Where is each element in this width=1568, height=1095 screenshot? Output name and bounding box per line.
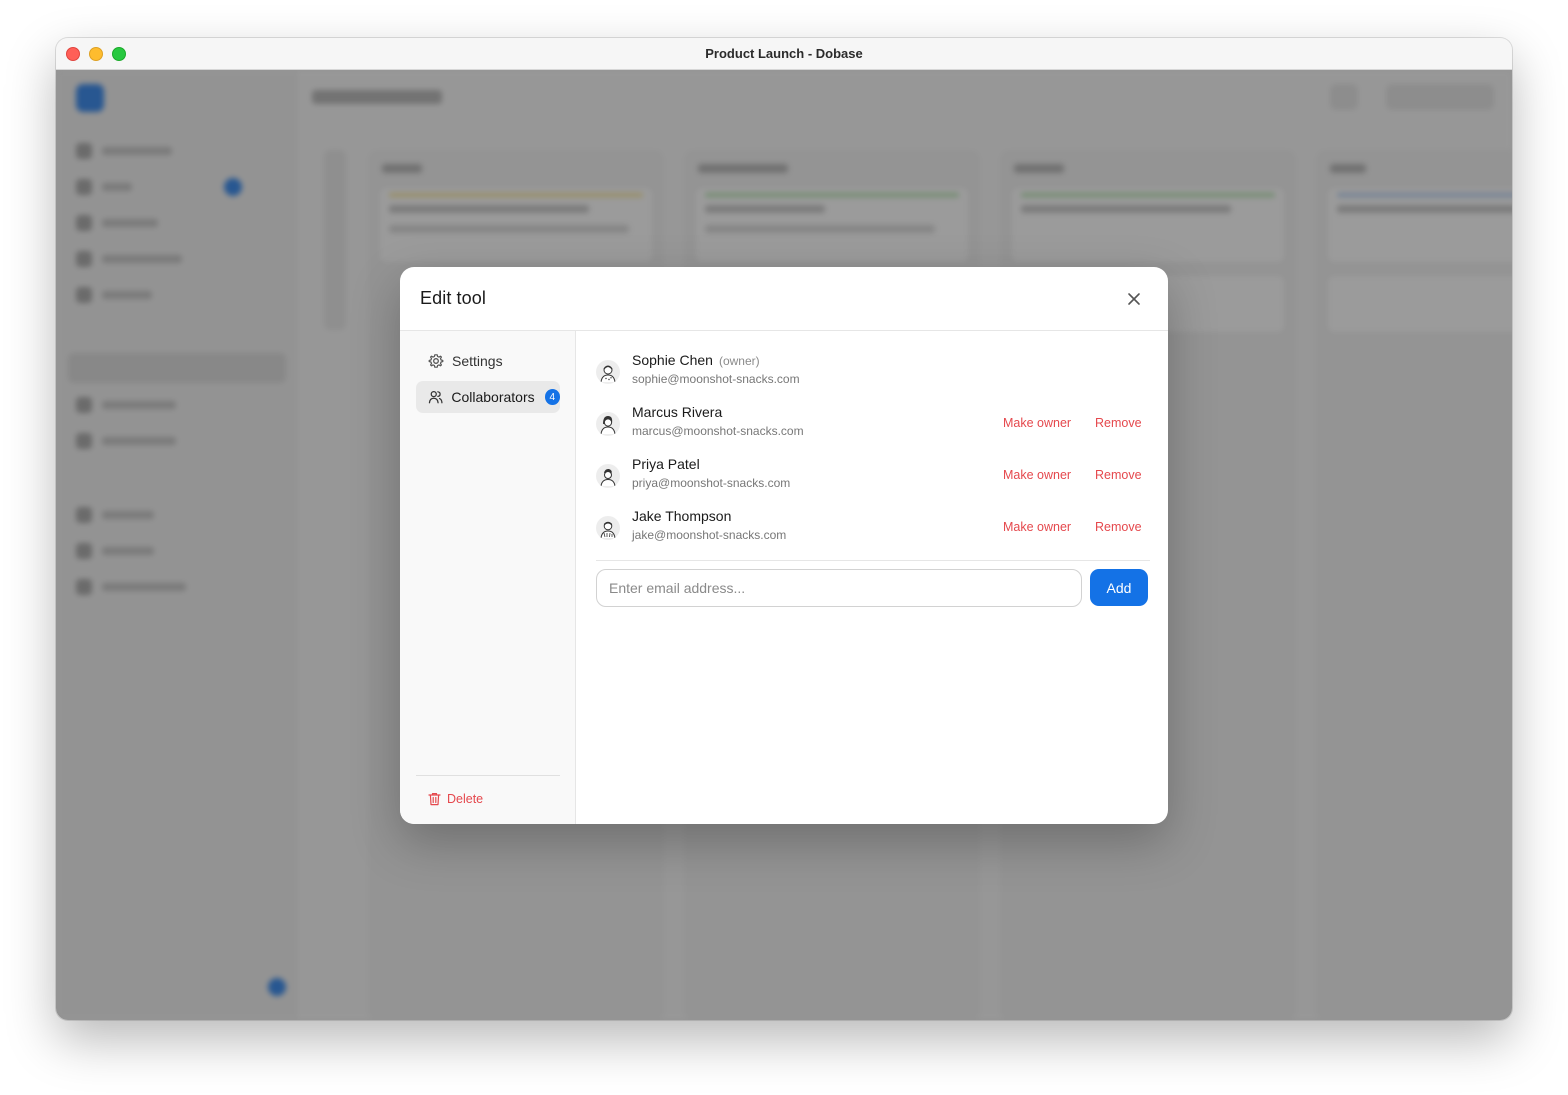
title-bar: Product Launch - Dobase (56, 38, 1512, 70)
users-icon (428, 391, 443, 404)
gear-icon (428, 354, 444, 368)
collaborator-name: Sophie Chen (owner) (632, 352, 760, 368)
close-dialog-button[interactable] (1122, 287, 1146, 311)
collaborator-name: Jake Thompson (632, 508, 732, 524)
minimize-window-button[interactable] (89, 47, 103, 61)
edit-tool-dialog: Edit tool Settings Collaborators 4 Delet… (400, 267, 1168, 824)
app-window: Product Launch - Dobase Edit tool Settin… (56, 38, 1512, 1020)
close-icon (1128, 293, 1140, 305)
content-divider (596, 560, 1150, 561)
dialog-header: Edit tool (400, 267, 1168, 331)
window-title: Product Launch - Dobase (705, 46, 863, 61)
collaborator-email: marcus@moonshot-snacks.com (632, 424, 804, 438)
remove-collaborator-button[interactable]: Remove (1095, 468, 1142, 482)
avatar (596, 412, 620, 436)
owner-tag: (owner) (718, 354, 760, 368)
zoom-window-button[interactable] (112, 47, 126, 61)
collaborator-email: jake@moonshot-snacks.com (632, 528, 787, 542)
remove-collaborator-button[interactable]: Remove (1095, 416, 1142, 430)
collaborators-count-badge: 4 (544, 389, 560, 405)
trash-icon (428, 793, 441, 806)
collaborator-email: priya@moonshot-snacks.com (632, 476, 791, 490)
person-avatar-icon (600, 468, 616, 487)
collaborator-row: Marcus Rivera marcus@moonshot-snacks.com… (596, 404, 1148, 444)
nav-divider (416, 775, 560, 776)
avatar (596, 516, 620, 540)
avatar (596, 360, 620, 384)
traffic-lights (66, 47, 126, 61)
nav-settings[interactable]: Settings (416, 345, 560, 377)
collaborator-row: Jake Thompson jake@moonshot-snacks.com M… (596, 508, 1148, 548)
collaborator-row: Sophie Chen (owner) sophie@moonshot-snack… (596, 352, 1148, 392)
dialog-nav: Settings Collaborators 4 Delete (400, 331, 576, 824)
collaborator-name: Priya Patel (632, 456, 700, 472)
delete-label: Delete (447, 792, 484, 806)
collaborator-name: Marcus Rivera (632, 404, 723, 420)
remove-collaborator-button[interactable]: Remove (1095, 520, 1142, 534)
collaborator-email: sophie@moonshot-snacks.com (632, 372, 800, 386)
person-avatar-icon (600, 521, 616, 539)
collaborator-row: Priya Patel priya@moonshot-snacks.com Ma… (596, 456, 1148, 496)
make-owner-button[interactable]: Make owner (1003, 520, 1071, 534)
collaborator-name-text: Sophie Chen (632, 352, 713, 368)
make-owner-button[interactable]: Make owner (1003, 468, 1071, 482)
nav-collaborators-label: Collaborators (451, 389, 535, 405)
collaborators-panel: Sophie Chen (owner) sophie@moonshot-snack… (576, 331, 1168, 824)
person-avatar-icon (600, 416, 616, 435)
email-input[interactable] (596, 569, 1082, 607)
nav-settings-label: Settings (452, 353, 503, 369)
delete-tool-button[interactable]: Delete (428, 789, 483, 809)
nav-collaborators[interactable]: Collaborators 4 (416, 381, 560, 413)
close-window-button[interactable] (66, 47, 80, 61)
add-collaborator-button[interactable]: Add (1090, 569, 1148, 606)
dialog-title: Edit tool (420, 288, 486, 308)
make-owner-button[interactable]: Make owner (1003, 416, 1071, 430)
avatar (596, 464, 620, 488)
person-avatar-icon (600, 365, 616, 383)
